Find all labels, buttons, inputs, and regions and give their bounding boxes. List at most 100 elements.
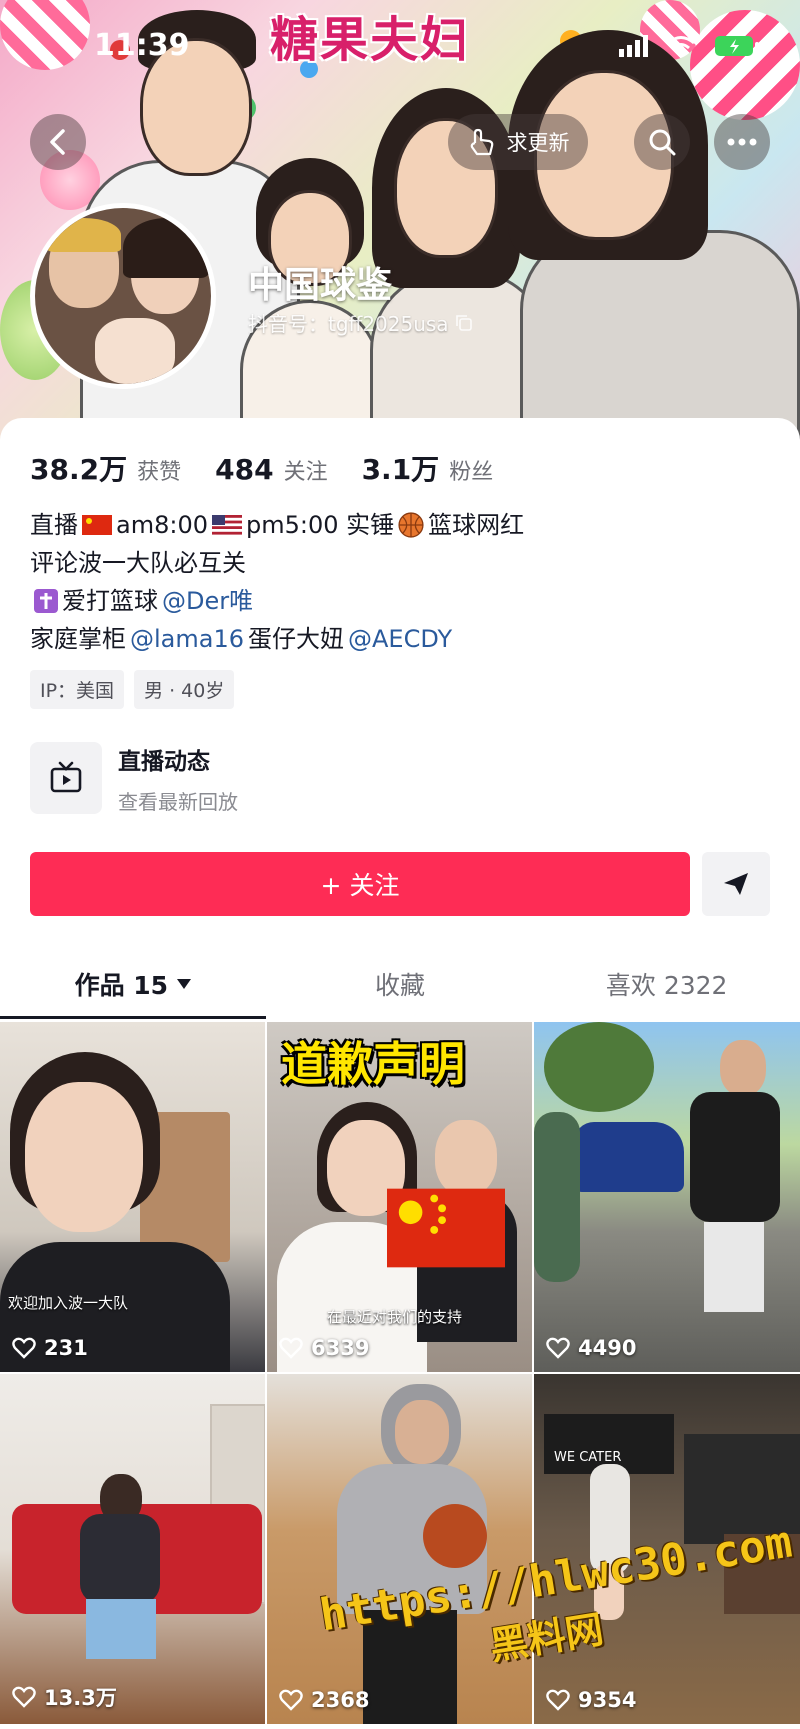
- wifi-icon: [667, 36, 695, 56]
- basketball-icon: [398, 512, 424, 538]
- douyin-id-text: 抖音号：tgff2025usa: [248, 312, 449, 336]
- live-icon-box: [30, 742, 102, 814]
- video-title-overlay: 道歉声明: [281, 1037, 465, 1091]
- follow-button[interactable]: + 关注: [30, 852, 690, 916]
- search-button[interactable]: [634, 114, 690, 170]
- video-caption: 在最近对我们的支持: [327, 1308, 463, 1326]
- ip-location-tag: IP：美国: [30, 670, 125, 709]
- video-likes: 231: [12, 1336, 88, 1360]
- video-likes: 13.3万: [12, 1682, 117, 1712]
- video-likes-count: 231: [44, 1336, 88, 1360]
- bio-text: pm5:00 实锤: [245, 511, 395, 539]
- copy-icon: [455, 314, 472, 331]
- send-icon: [724, 873, 748, 895]
- video-thumbnail[interactable]: 4490: [534, 1022, 800, 1372]
- video-likes-count: 4490: [578, 1336, 637, 1360]
- video-likes: 6339: [279, 1336, 369, 1360]
- chevron-left-icon: [50, 129, 65, 155]
- tab-indicator: [0, 1016, 266, 1019]
- thumb-man-face: [435, 1120, 497, 1196]
- heart-icon: [12, 1686, 36, 1708]
- thumb-car: [574, 1122, 684, 1192]
- heart-icon: [279, 1337, 303, 1359]
- heart-icon: [546, 1337, 570, 1359]
- live-subtitle: 查看最新回放: [118, 789, 238, 814]
- video-likes-count: 13.3万: [44, 1686, 117, 1710]
- following-count[interactable]: 484: [215, 453, 273, 486]
- more-dots-icon: [727, 138, 757, 146]
- bio-text: am8:00: [116, 511, 208, 539]
- video-likes: 4490: [546, 1336, 636, 1360]
- tab-works[interactable]: 作品 15: [0, 944, 267, 1024]
- request-update-label: 求更新: [506, 131, 570, 155]
- battery-icon: [715, 36, 759, 56]
- thumb-person-face: [25, 1082, 143, 1232]
- bio-text: 篮球网红: [428, 511, 525, 539]
- mention-link[interactable]: @lama16: [130, 620, 244, 658]
- tv-play-icon: [50, 761, 82, 793]
- followers-label[interactable]: 粉丝: [449, 454, 493, 486]
- avatar-photo-woman-hair: [123, 218, 209, 278]
- following-label[interactable]: 关注: [284, 454, 328, 486]
- video-likes-count: 9354: [578, 1688, 637, 1712]
- video-thumbnail[interactable]: 欢迎加入波一大队 231: [0, 1022, 265, 1372]
- back-button[interactable]: [30, 114, 86, 170]
- thumb-basketball: [423, 1504, 487, 1568]
- live-activity-entry[interactable]: 直播动态 查看最新回放: [30, 740, 770, 816]
- likes-label: 获赞: [137, 460, 182, 485]
- thumb-man-right-legs: [704, 1222, 764, 1312]
- us-flag-icon: [211, 515, 242, 535]
- request-update-button[interactable]: 求更新: [448, 114, 588, 170]
- thumb-person-legs: [86, 1599, 156, 1659]
- video-thumbnail[interactable]: 13.3万: [0, 1374, 265, 1724]
- video-likes-count: 6339: [311, 1336, 370, 1360]
- status-time: 11:39: [94, 28, 190, 63]
- video-thumbnail[interactable]: 道歉声明 在最近对我们的支持 6339: [267, 1022, 532, 1372]
- likes-count: 38.2万: [30, 453, 128, 486]
- tab-favorites[interactable]: 收藏: [267, 944, 534, 1024]
- bio-text: 直播: [30, 511, 78, 539]
- gender-age-tag: 男 · 40岁: [134, 670, 235, 709]
- video-caption: 欢迎加入波一大队: [8, 1294, 129, 1312]
- thumb-man-left: [534, 1112, 580, 1282]
- mention-link[interactable]: @AECDY: [348, 620, 452, 658]
- avatar[interactable]: [30, 203, 216, 389]
- china-flag-icon: [387, 1188, 505, 1268]
- bio-text: 蛋仔大妞: [248, 625, 344, 653]
- bio-line-2: 评论波一大队必互关: [30, 549, 246, 577]
- bio-line-1: 直播 am8:00 pm5:00 实锤 篮球网红: [30, 506, 770, 544]
- hand-point-icon: [470, 128, 493, 156]
- status-icons: [618, 34, 760, 58]
- avatar-photo-baby: [95, 318, 175, 384]
- china-flag-icon: [82, 515, 112, 535]
- tab-works-label: 作品 15: [74, 971, 169, 1000]
- thumb-sign-text: WE CATER: [554, 1450, 622, 1465]
- mention-link[interactable]: @Der唯: [162, 582, 253, 620]
- illustration-mom-body: [520, 230, 800, 440]
- more-button[interactable]: [714, 114, 770, 170]
- followers-count[interactable]: 3.1万: [362, 448, 440, 488]
- video-likes: 9354: [546, 1688, 636, 1712]
- share-button[interactable]: [702, 852, 770, 916]
- signal-icon: [619, 35, 648, 57]
- bio-line-3: 爱打篮球 @Der唯: [30, 582, 770, 620]
- thumb-tree: [544, 1022, 654, 1112]
- thumb-man-right-head: [720, 1040, 766, 1096]
- cross-icon: [34, 589, 58, 613]
- tab-likes[interactable]: 喜欢 2322: [533, 944, 800, 1024]
- thumb-man-right-body: [690, 1092, 780, 1222]
- bio-text: 爱打篮球: [62, 587, 158, 615]
- profile-tags: IP：美国 男 · 40岁: [30, 670, 235, 709]
- live-title: 直播动态: [118, 748, 210, 775]
- bio-line-4: 家庭掌柜 @lama16 蛋仔大妞 @AECDY: [30, 620, 770, 658]
- heart-icon: [12, 1337, 36, 1359]
- douyin-id[interactable]: 抖音号：tgff2025usa: [248, 308, 473, 337]
- caret-down-icon: [177, 979, 192, 989]
- profile-nickname: 中国球鉴: [248, 265, 393, 306]
- thumb-man-face: [395, 1400, 449, 1464]
- live-text: 直播动态 查看最新回放: [118, 742, 238, 815]
- thumb-person-body: [80, 1514, 160, 1604]
- heart-icon: [546, 1689, 570, 1711]
- candy-decoration: [690, 10, 800, 120]
- profile-stats: 38.2万 获赞 484 关注 3.1万 粉丝: [30, 448, 527, 488]
